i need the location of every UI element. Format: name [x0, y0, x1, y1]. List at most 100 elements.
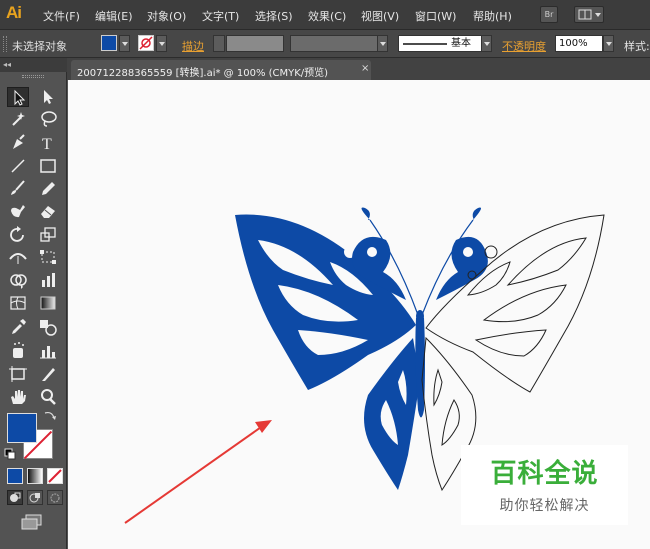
- pen-tool[interactable]: [7, 133, 29, 153]
- none-mode-button[interactable]: [47, 468, 63, 484]
- free-transform-tool[interactable]: [37, 247, 59, 267]
- magic-wand-icon: [12, 112, 25, 126]
- draw-inside-button[interactable]: [47, 490, 63, 505]
- rotate-tool[interactable]: [7, 225, 29, 245]
- menu-select[interactable]: 选择(S): [255, 8, 293, 24]
- gradient-mode-button[interactable]: [27, 468, 43, 484]
- panel-grip[interactable]: [3, 36, 7, 52]
- menu-window[interactable]: 窗口(W): [415, 8, 456, 24]
- gradient-tool[interactable]: [37, 293, 59, 313]
- stroke-dropdown[interactable]: [156, 35, 167, 52]
- color-mode-button[interactable]: [7, 468, 23, 484]
- opacity-field[interactable]: 100%: [555, 35, 603, 52]
- eyedropper-icon: [12, 319, 26, 334]
- blend-tool[interactable]: [37, 317, 59, 337]
- default-colors-icon[interactable]: [4, 448, 16, 463]
- draw-behind-button[interactable]: [27, 490, 43, 505]
- blend-icon: [40, 320, 57, 336]
- brush-dropdown[interactable]: [481, 35, 492, 52]
- shape-builder-tool[interactable]: [7, 270, 29, 290]
- fill-color-swatch[interactable]: [101, 35, 117, 51]
- menu-file[interactable]: 文件(F): [43, 8, 80, 24]
- watermark-logo: 百科全说 助你轻松解决: [461, 445, 628, 525]
- document-tab-bar: 200712288365559 [转换].ai* @ 100% (CMYK/预览…: [67, 58, 650, 80]
- pencil-icon: [42, 182, 55, 195]
- draw-normal-icon: [10, 492, 21, 502]
- menu-type[interactable]: 文字(T): [202, 8, 239, 24]
- eyedropper-tool[interactable]: [7, 317, 29, 337]
- graph-bars-icon: [42, 273, 55, 287]
- direct-selection-arrow-icon: [44, 90, 53, 104]
- symbol-sprayer-tool[interactable]: [7, 341, 29, 361]
- menu-view[interactable]: 视图(V): [361, 8, 399, 24]
- shape-builder-icon: [10, 274, 27, 289]
- variable-width-dropdown[interactable]: [377, 35, 388, 52]
- paintbrush-tool[interactable]: [7, 178, 29, 198]
- direct-selection-tool[interactable]: [37, 87, 59, 107]
- pen-icon: [13, 134, 25, 149]
- selection-status: 未选择对象: [12, 40, 67, 53]
- lasso-icon: [41, 111, 57, 127]
- menu-edit[interactable]: 编辑(E): [95, 8, 133, 24]
- draw-inside-icon: [50, 493, 60, 503]
- swap-colors-icon[interactable]: [43, 410, 57, 425]
- scale-tool[interactable]: [37, 225, 59, 245]
- watermark-subtitle: 助你轻松解决: [499, 498, 590, 514]
- rotate-icon: [10, 226, 24, 242]
- magic-wand-tool[interactable]: [7, 109, 29, 129]
- draw-normal-button[interactable]: [7, 490, 23, 505]
- brush-definition-field[interactable]: 基本: [398, 35, 482, 52]
- lasso-tool[interactable]: [37, 109, 59, 129]
- line-segment-tool[interactable]: [7, 156, 29, 176]
- paintbrush-icon: [11, 180, 25, 195]
- arrange-documents-icon: [578, 9, 601, 20]
- document-tab[interactable]: 200712288365559 [转换].ai* @ 100% (CMYK/预览…: [71, 60, 371, 80]
- toolbox: ◂◂ T: [0, 58, 67, 549]
- width-tool[interactable]: [7, 247, 29, 267]
- close-tab-icon[interactable]: ×: [361, 63, 369, 74]
- svg-text:T: T: [42, 136, 52, 153]
- perspective-grid-tool[interactable]: [37, 270, 59, 290]
- gradient-icon: [40, 296, 56, 310]
- fill-dropdown[interactable]: [119, 35, 130, 52]
- stroke-color-swatch[interactable]: [138, 35, 154, 51]
- arrange-documents-button[interactable]: [574, 6, 604, 23]
- free-transform-icon: [40, 250, 56, 264]
- column-graph-tool[interactable]: [37, 341, 59, 361]
- opacity-label[interactable]: 不透明度: [502, 38, 546, 54]
- no-stroke-icon: [139, 36, 153, 50]
- bridge-button[interactable]: Br: [540, 6, 558, 23]
- bridge-label: Br: [544, 10, 554, 19]
- blob-brush-tool[interactable]: [7, 201, 29, 221]
- eraser-tool[interactable]: [37, 201, 59, 221]
- hand-icon: [11, 390, 26, 404]
- type-tool[interactable]: T: [37, 133, 59, 153]
- menu-effect[interactable]: 效果(C): [308, 8, 346, 24]
- menu-object[interactable]: 对象(O): [147, 8, 186, 24]
- menu-help[interactable]: 帮助(H): [473, 8, 512, 24]
- screen-mode-button[interactable]: [20, 514, 44, 533]
- width-icon: [9, 253, 27, 264]
- toolbox-collapse[interactable]: ◂◂: [0, 58, 67, 72]
- mesh-tool[interactable]: [7, 293, 29, 313]
- stroke-weight-stepper[interactable]: [213, 35, 225, 52]
- hand-tool[interactable]: [7, 387, 29, 407]
- opacity-dropdown[interactable]: [603, 35, 614, 52]
- pencil-tool[interactable]: [37, 178, 59, 198]
- fill-color-box[interactable]: [7, 413, 37, 443]
- brush-stroke-line: [403, 43, 447, 45]
- toolbox-grip[interactable]: [22, 75, 44, 78]
- stroke-label[interactable]: 描边: [182, 38, 204, 54]
- selection-tool[interactable]: [7, 87, 29, 107]
- rectangle-tool[interactable]: [37, 156, 59, 176]
- watermark-title: 百科全说: [490, 459, 599, 489]
- artboard-tool[interactable]: [7, 364, 29, 384]
- draw-behind-icon: [29, 493, 40, 503]
- slice-tool[interactable]: [37, 364, 59, 384]
- variable-width-profile[interactable]: [290, 35, 378, 52]
- blob-brush-icon: [11, 205, 25, 218]
- stroke-weight-field[interactable]: [226, 35, 284, 52]
- zoom-tool[interactable]: [37, 387, 59, 407]
- zoom-icon: [41, 389, 56, 405]
- style-label: 样式:: [624, 40, 650, 53]
